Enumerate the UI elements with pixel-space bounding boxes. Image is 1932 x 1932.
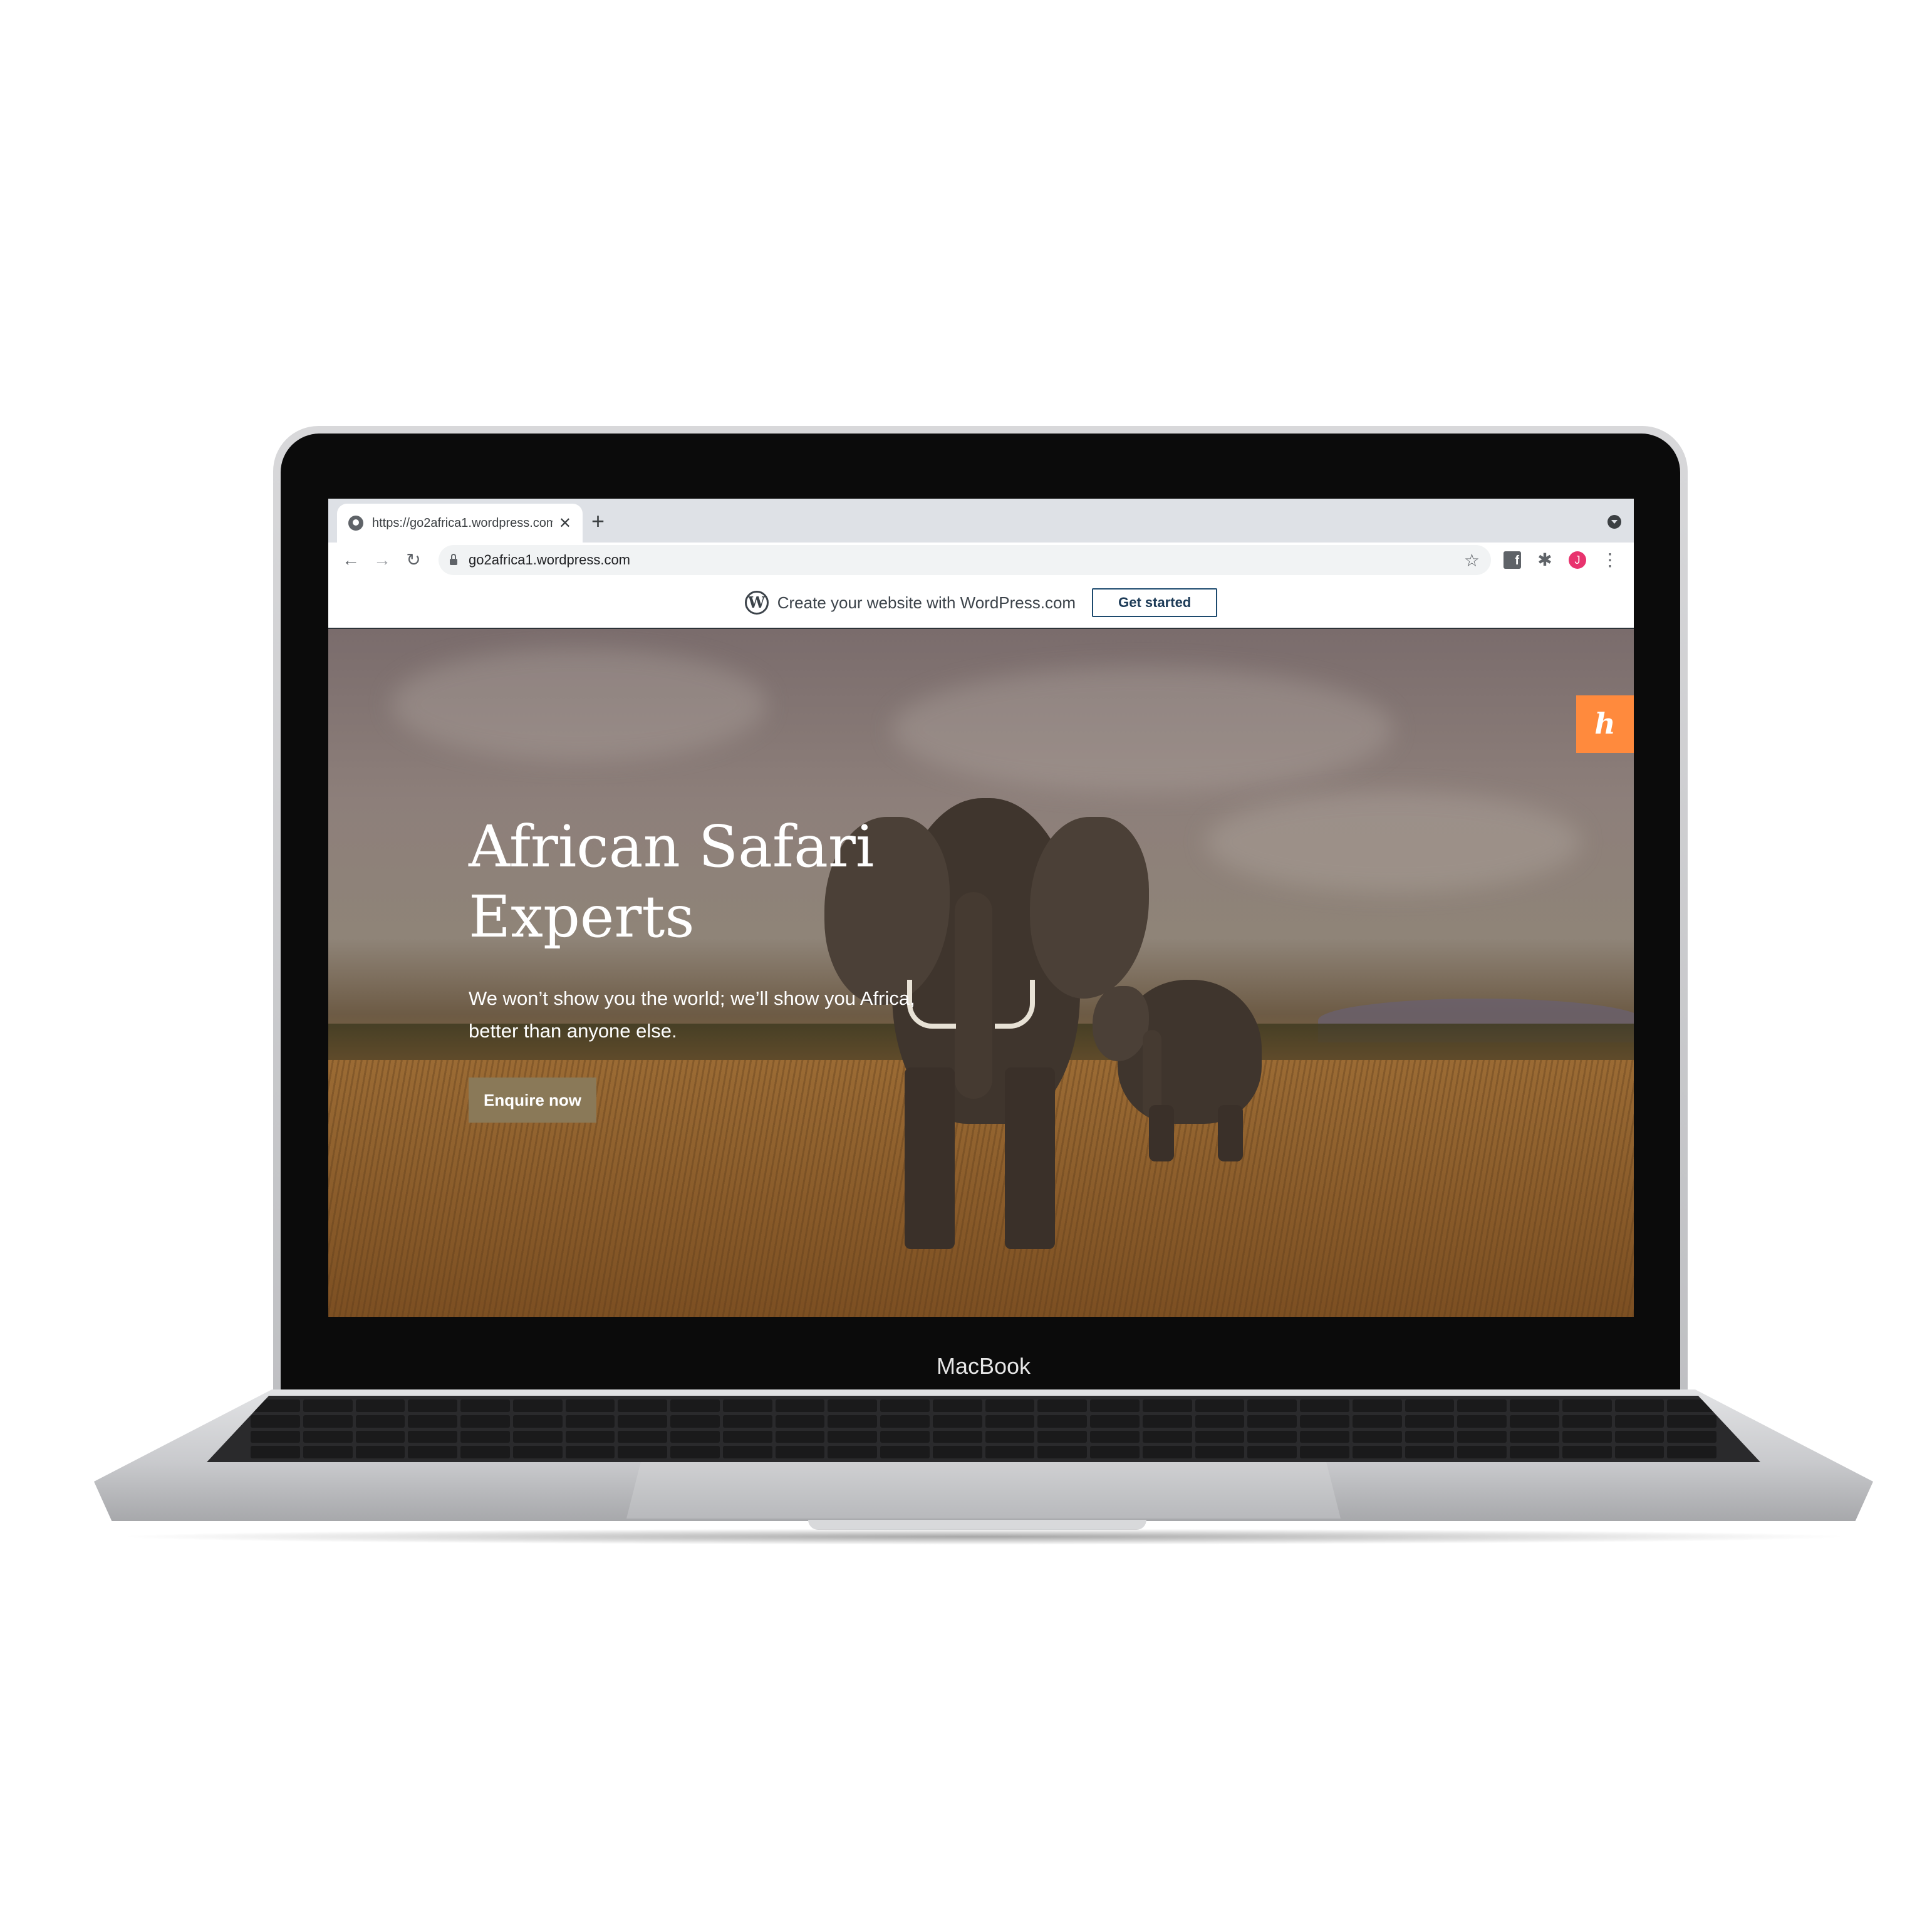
lock-icon xyxy=(450,554,457,565)
enquire-now-button[interactable]: Enquire now xyxy=(469,1078,596,1123)
browser-tab[interactable]: https://go2africa1.wordpress.com ✕ xyxy=(337,504,583,543)
hero-subtitle: We won’t show you the world; we’ll show … xyxy=(469,982,982,1047)
tab-strip: https://go2africa1.wordpress.com ✕ + xyxy=(328,499,1634,543)
cloud xyxy=(892,667,1393,792)
browser-window: https://go2africa1.wordpress.com ✕ + ← →… xyxy=(328,499,1634,1317)
extensions-puzzle-icon[interactable]: ✱ xyxy=(1536,551,1554,569)
laptop-shadow xyxy=(113,1529,1854,1545)
tab-search-icon[interactable] xyxy=(1607,515,1621,529)
large-elephant-leg xyxy=(1005,1067,1055,1249)
cloud xyxy=(1205,792,1581,892)
forward-icon[interactable]: → xyxy=(370,548,395,573)
trackpad xyxy=(626,1462,1341,1519)
hero-section: African Safari Experts We won’t show you… xyxy=(328,629,1634,1317)
small-elephant-leg xyxy=(1149,1105,1174,1161)
facebook-extension-icon[interactable]: f xyxy=(1504,551,1521,569)
hero-subtitle-line-1: We won’t show you the world; we’ll show … xyxy=(469,987,915,1009)
hero-title-line-1: African Safari xyxy=(469,813,875,880)
get-started-button[interactable]: Get started xyxy=(1092,588,1218,617)
macbook-label: MacBook xyxy=(936,1353,1031,1379)
browser-menu-icon[interactable]: ⋮ xyxy=(1601,551,1619,569)
new-tab-button[interactable]: + xyxy=(591,507,605,535)
wordpress-logo-icon: W xyxy=(744,591,769,615)
large-elephant-leg xyxy=(905,1067,955,1249)
hero-title: African Safari Experts xyxy=(469,812,907,952)
tab-title: https://go2africa1.wordpress.com xyxy=(372,516,553,530)
url-text: go2africa1.wordpress.com xyxy=(469,552,631,568)
address-bar[interactable]: go2africa1.wordpress.com ☆ xyxy=(439,545,1491,575)
wordpress-banner-text[interactable]: Create your website with WordPress.com xyxy=(777,593,1076,613)
hero-subtitle-line-2: better than anyone else. xyxy=(469,1020,677,1042)
small-elephant-leg xyxy=(1218,1105,1243,1161)
globe-favicon-icon xyxy=(348,516,363,531)
bookmark-star-icon[interactable]: ☆ xyxy=(1464,550,1480,571)
side-widget-button[interactable]: h xyxy=(1576,695,1634,753)
profile-avatar[interactable]: J xyxy=(1569,551,1586,569)
cloud xyxy=(391,648,767,761)
wordpress-banner: W Create your website with WordPress.com… xyxy=(328,578,1634,629)
browser-toolbar: ← → ↻ go2africa1.wordpress.com ☆ f ✱ J ⋮ xyxy=(328,543,1634,578)
close-tab-icon[interactable]: ✕ xyxy=(559,514,571,532)
reload-icon[interactable]: ↻ xyxy=(401,548,426,573)
small-elephant-trunk xyxy=(1143,1030,1161,1118)
keyboard xyxy=(207,1396,1760,1462)
back-icon[interactable]: ← xyxy=(338,548,363,573)
large-elephant-right-ear xyxy=(1030,817,1149,999)
hero-title-line-2: Experts xyxy=(469,883,695,950)
